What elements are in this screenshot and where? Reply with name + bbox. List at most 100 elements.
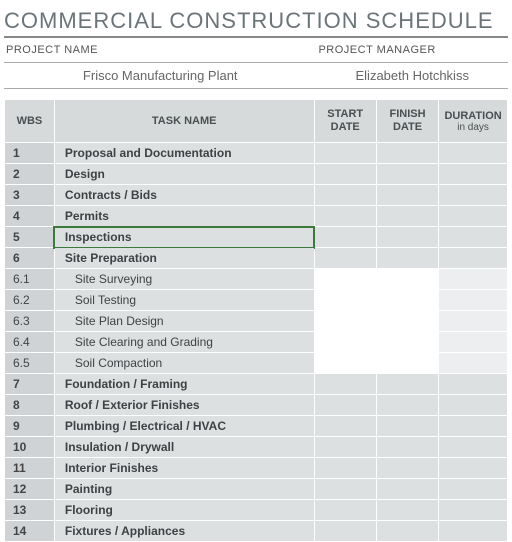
wbs-cell[interactable]: 1: [5, 143, 55, 164]
duration-cell[interactable]: [439, 248, 508, 269]
table-row[interactable]: 6.2Soil Testing: [5, 290, 508, 311]
wbs-cell[interactable]: 2: [5, 164, 55, 185]
finish-date-cell[interactable]: [376, 395, 438, 416]
task-cell[interactable]: Plumbing / Electrical / HVAC: [54, 416, 314, 437]
duration-cell[interactable]: [439, 416, 508, 437]
duration-cell[interactable]: [439, 374, 508, 395]
wbs-cell[interactable]: 6.5: [5, 353, 55, 374]
duration-cell[interactable]: [439, 521, 508, 542]
task-cell[interactable]: Fixtures / Appliances: [54, 521, 314, 542]
finish-date-cell[interactable]: [376, 500, 438, 521]
finish-date-cell[interactable]: [376, 185, 438, 206]
table-row[interactable]: 1Proposal and Documentation: [5, 143, 508, 164]
wbs-cell[interactable]: 11: [5, 458, 55, 479]
finish-date-cell[interactable]: [376, 248, 438, 269]
table-row[interactable]: 4Permits: [5, 206, 508, 227]
table-row[interactable]: 5Inspections: [5, 227, 508, 248]
wbs-cell[interactable]: 6: [5, 248, 55, 269]
duration-cell[interactable]: [439, 290, 508, 311]
wbs-cell[interactable]: 14: [5, 521, 55, 542]
task-cell[interactable]: Permits: [54, 206, 314, 227]
task-cell[interactable]: Site Clearing and Grading: [54, 332, 314, 353]
duration-cell[interactable]: [439, 332, 508, 353]
wbs-cell[interactable]: 13: [5, 500, 55, 521]
duration-cell[interactable]: [439, 479, 508, 500]
finish-date-cell[interactable]: [376, 437, 438, 458]
task-cell[interactable]: Contracts / Bids: [54, 185, 314, 206]
start-date-cell[interactable]: [314, 311, 376, 332]
duration-cell[interactable]: [439, 227, 508, 248]
task-cell[interactable]: Site Preparation: [54, 248, 314, 269]
wbs-cell[interactable]: 6.1: [5, 269, 55, 290]
finish-date-cell[interactable]: [376, 290, 438, 311]
start-date-cell[interactable]: [314, 353, 376, 374]
wbs-cell[interactable]: 8: [5, 395, 55, 416]
task-cell[interactable]: Soil Compaction: [54, 353, 314, 374]
start-date-cell[interactable]: [314, 395, 376, 416]
table-row[interactable]: 8Roof / Exterior Finishes: [5, 395, 508, 416]
project-name-value[interactable]: Frisco Manufacturing Plant: [4, 62, 316, 89]
wbs-cell[interactable]: 12: [5, 479, 55, 500]
wbs-cell[interactable]: 5: [5, 227, 55, 248]
duration-cell[interactable]: [439, 206, 508, 227]
start-date-cell[interactable]: [314, 269, 376, 290]
wbs-cell[interactable]: 9: [5, 416, 55, 437]
finish-date-cell[interactable]: [376, 479, 438, 500]
task-cell[interactable]: Soil Testing: [54, 290, 314, 311]
duration-cell[interactable]: [439, 311, 508, 332]
table-row[interactable]: 3Contracts / Bids: [5, 185, 508, 206]
finish-date-cell[interactable]: [376, 311, 438, 332]
task-cell[interactable]: Design: [54, 164, 314, 185]
table-row[interactable]: 7Foundation / Framing: [5, 374, 508, 395]
start-date-cell[interactable]: [314, 416, 376, 437]
start-date-cell[interactable]: [314, 479, 376, 500]
finish-date-cell[interactable]: [376, 416, 438, 437]
project-manager-value[interactable]: Elizabeth Hotchkiss: [316, 62, 508, 89]
start-date-cell[interactable]: [314, 290, 376, 311]
wbs-cell[interactable]: 10: [5, 437, 55, 458]
duration-cell[interactable]: [439, 395, 508, 416]
duration-cell[interactable]: [439, 185, 508, 206]
task-cell[interactable]: Roof / Exterior Finishes: [54, 395, 314, 416]
start-date-cell[interactable]: [314, 164, 376, 185]
table-row[interactable]: 6.3Site Plan Design: [5, 311, 508, 332]
duration-cell[interactable]: [439, 437, 508, 458]
finish-date-cell[interactable]: [376, 374, 438, 395]
task-cell[interactable]: Proposal and Documentation: [54, 143, 314, 164]
finish-date-cell[interactable]: [376, 458, 438, 479]
table-row[interactable]: 10Insulation / Drywall: [5, 437, 508, 458]
wbs-cell[interactable]: 6.3: [5, 311, 55, 332]
wbs-cell[interactable]: 6.2: [5, 290, 55, 311]
duration-cell[interactable]: [439, 353, 508, 374]
table-row[interactable]: 6.4Site Clearing and Grading: [5, 332, 508, 353]
duration-cell[interactable]: [439, 269, 508, 290]
start-date-cell[interactable]: [314, 458, 376, 479]
start-date-cell[interactable]: [314, 500, 376, 521]
table-row[interactable]: 12Painting: [5, 479, 508, 500]
table-row[interactable]: 11Interior Finishes: [5, 458, 508, 479]
table-row[interactable]: 6.5Soil Compaction: [5, 353, 508, 374]
finish-date-cell[interactable]: [376, 332, 438, 353]
duration-cell[interactable]: [439, 164, 508, 185]
table-row[interactable]: 13Flooring: [5, 500, 508, 521]
duration-cell[interactable]: [439, 500, 508, 521]
finish-date-cell[interactable]: [376, 164, 438, 185]
wbs-cell[interactable]: 4: [5, 206, 55, 227]
table-row[interactable]: 6Site Preparation: [5, 248, 508, 269]
duration-cell[interactable]: [439, 143, 508, 164]
table-row[interactable]: 6.1Site Surveying: [5, 269, 508, 290]
table-row[interactable]: 9Plumbing / Electrical / HVAC: [5, 416, 508, 437]
task-cell[interactable]: Site Plan Design: [54, 311, 314, 332]
duration-cell[interactable]: [439, 458, 508, 479]
start-date-cell[interactable]: [314, 332, 376, 353]
finish-date-cell[interactable]: [376, 521, 438, 542]
start-date-cell[interactable]: [314, 143, 376, 164]
finish-date-cell[interactable]: [376, 353, 438, 374]
finish-date-cell[interactable]: [376, 206, 438, 227]
task-cell[interactable]: Interior Finishes: [54, 458, 314, 479]
start-date-cell[interactable]: [314, 185, 376, 206]
start-date-cell[interactable]: [314, 374, 376, 395]
finish-date-cell[interactable]: [376, 269, 438, 290]
wbs-cell[interactable]: 7: [5, 374, 55, 395]
task-cell[interactable]: Painting: [54, 479, 314, 500]
